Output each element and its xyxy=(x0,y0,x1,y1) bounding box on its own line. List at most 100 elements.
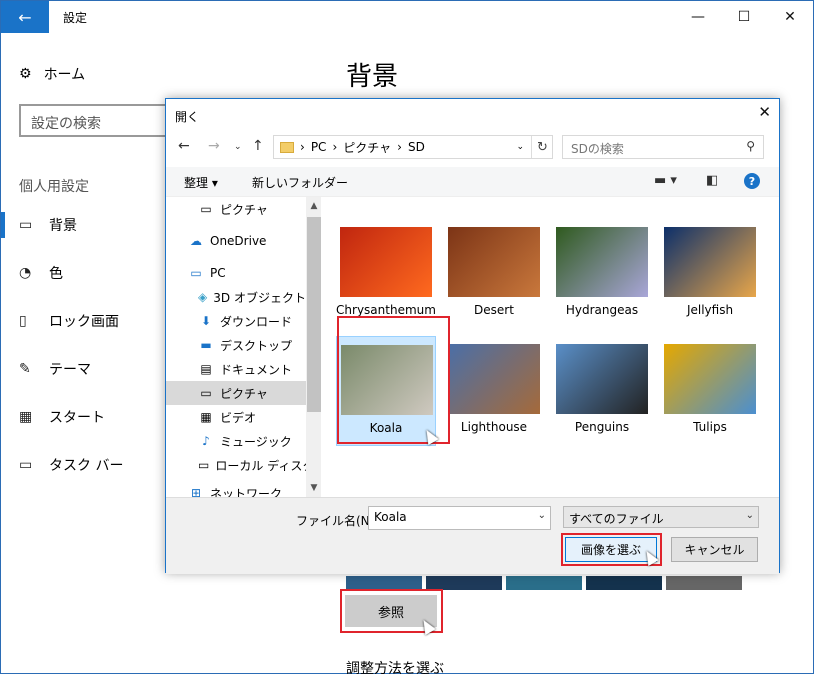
tree-item[interactable]: ⬇ ダウンロード xyxy=(166,309,306,333)
dialog-close-button[interactable]: ✕ xyxy=(758,103,771,121)
nav-item-themes[interactable]: ✎ テーマ xyxy=(1,354,166,384)
file-item[interactable]: Lighthouse xyxy=(444,336,544,446)
nav-item-lock-screen[interactable]: ▯ ロック画面 xyxy=(1,306,166,336)
search-placeholder: SDの検索 xyxy=(571,142,624,156)
up-arrow-icon[interactable]: ↑ xyxy=(252,138,264,154)
nav-item-taskbar[interactable]: ▭ タスク バー xyxy=(1,450,166,480)
pictures-icon: ▭ xyxy=(200,202,212,216)
file-item[interactable]: Hydrangeas xyxy=(552,219,652,329)
nav-item-colors[interactable]: ◔ 色 xyxy=(1,258,166,288)
dialog-title: 開く xyxy=(175,110,200,124)
back-button[interactable]: ← xyxy=(1,1,49,33)
file-name: Chrysanthemum xyxy=(336,303,436,317)
taskbar-icon: ▭ xyxy=(19,457,33,473)
3d-objects-icon: ◈ xyxy=(198,290,208,304)
address-dropdown-icon[interactable]: ⌄ xyxy=(516,142,524,152)
file-name: Desert xyxy=(474,303,514,317)
file-name: Penguins xyxy=(574,420,630,434)
music-icon: ♪ xyxy=(202,434,210,448)
tree-item[interactable]: ▭ ピクチャ xyxy=(166,381,306,405)
dialog-toolbar: 整理 ▾ 新しいフォルダー ▬ ▾ ◧ ? xyxy=(166,167,779,197)
file-item[interactable]: Desert xyxy=(444,219,544,329)
nav-label: ロック画面 xyxy=(49,314,119,330)
settings-search-input[interactable]: 設定の検索 xyxy=(19,104,169,137)
nav-label: 背景 xyxy=(49,218,77,234)
nav-label: 色 xyxy=(49,266,63,282)
file-thumbnail xyxy=(448,344,540,414)
tree-item[interactable]: ▭ ピクチャ xyxy=(166,197,306,221)
nav-label: テーマ xyxy=(49,362,91,378)
view-options-icon[interactable]: ▬ ▾ xyxy=(654,173,677,188)
back-arrow-icon: ← xyxy=(18,7,32,27)
maximize-button[interactable]: ☐ xyxy=(721,1,767,33)
chevron-down-icon: ⌄ xyxy=(745,510,754,521)
file-thumbnail xyxy=(556,344,648,414)
close-button[interactable]: ✕ xyxy=(767,1,813,33)
section-label: 個人用設定 xyxy=(19,179,89,195)
tree-item[interactable]: ▬ デスクトップ xyxy=(166,333,306,357)
home-label: ホーム xyxy=(43,67,86,83)
search-icon: ⚲ xyxy=(746,139,755,153)
tree-item[interactable]: ⊞ ネットワーク xyxy=(166,481,306,497)
file-item[interactable]: Chrysanthemum xyxy=(336,219,436,329)
recent-image-thumb[interactable] xyxy=(506,576,582,590)
recent-image-thumb[interactable] xyxy=(586,576,662,590)
documents-icon: ▤ xyxy=(200,362,212,376)
organize-button[interactable]: 整理 ▾ xyxy=(184,174,218,191)
breadcrumb-item[interactable]: SD xyxy=(408,140,425,154)
scroll-down-icon[interactable]: ▼ xyxy=(306,483,321,493)
image-icon: ▭ xyxy=(19,217,33,233)
home-link[interactable]: ⚙ ホーム xyxy=(19,64,85,84)
recent-image-thumb[interactable] xyxy=(666,576,742,590)
lock-screen-icon: ▯ xyxy=(19,313,27,329)
address-bar[interactable]: › PC › ピクチャ › SD ⌄ xyxy=(273,135,553,159)
nav-item-background[interactable]: ▭ 背景 xyxy=(1,210,166,240)
file-item[interactable]: Tulips xyxy=(660,336,760,446)
tree-item[interactable]: ◈ 3D オブジェクト xyxy=(166,285,306,309)
navigation-tree: ▭ ピクチャ ☁ OneDrive ▭ PC ◈ 3D オブジェクト ⬇ ダウンロード ▬… xyxy=(166,197,321,497)
tree-item[interactable]: ▭ PC xyxy=(166,261,306,285)
network-icon: ⊞ xyxy=(190,486,202,497)
nav-label: スタート xyxy=(49,410,105,426)
dialog-search-input[interactable]: SDの検索 ⚲ xyxy=(562,135,764,159)
cancel-button[interactable]: キャンセル xyxy=(671,537,758,562)
tree-item[interactable]: ♪ ミュージック xyxy=(166,429,306,453)
file-thumbnail xyxy=(664,227,756,297)
highlight-outline xyxy=(337,316,450,444)
new-folder-button[interactable]: 新しいフォルダー xyxy=(252,174,348,191)
recent-image-thumb[interactable] xyxy=(346,576,422,590)
scrollbar-thumb[interactable] xyxy=(307,217,321,412)
tree-item[interactable]: ▭ ローカル ディスク (C xyxy=(166,453,321,477)
theme-icon: ✎ xyxy=(19,361,31,377)
help-icon[interactable]: ? xyxy=(744,173,760,189)
filename-input[interactable]: Koala ⌄ xyxy=(368,506,551,530)
fit-label: 調整方法を選ぶ xyxy=(346,661,444,674)
refresh-button[interactable]: ↻ xyxy=(531,136,553,158)
download-icon: ⬇ xyxy=(200,314,212,328)
file-item[interactable]: Penguins xyxy=(552,336,652,446)
filetype-select[interactable]: すべてのファイル ⌄ xyxy=(563,506,759,528)
chevron-down-icon[interactable]: ⌄ xyxy=(538,510,546,521)
page-title: 背景 xyxy=(346,62,399,92)
file-name: Tulips xyxy=(693,420,727,434)
file-item[interactable]: Jellyfish xyxy=(660,219,760,329)
back-arrow-icon[interactable]: ← xyxy=(178,138,190,154)
tree-scrollbar[interactable]: ▲ ▼ xyxy=(306,197,321,497)
nav-label: タスク バー xyxy=(49,458,124,474)
forward-arrow-icon[interactable]: → xyxy=(208,138,220,154)
file-name: Jellyfish xyxy=(686,303,734,317)
preview-pane-icon[interactable]: ◧ xyxy=(706,173,718,188)
recent-dropdown-icon[interactable]: ⌄ xyxy=(234,142,242,152)
breadcrumb-item[interactable]: PC xyxy=(311,140,327,154)
tree-item[interactable]: ☁ OneDrive xyxy=(166,229,306,253)
breadcrumb-item[interactable]: ピクチャ xyxy=(343,139,391,156)
filetype-value: すべてのファイル xyxy=(569,512,664,526)
nav-item-start[interactable]: ▦ スタート xyxy=(1,402,166,432)
minimize-button[interactable]: — xyxy=(675,1,721,33)
scroll-up-icon[interactable]: ▲ xyxy=(306,201,321,211)
title-bar: ← 設定 — ☐ ✕ xyxy=(1,1,813,33)
gear-icon: ⚙ xyxy=(19,66,32,82)
recent-image-thumb[interactable] xyxy=(426,576,502,590)
tree-item[interactable]: ▤ ドキュメント xyxy=(166,357,306,381)
tree-item[interactable]: ▦ ビデオ xyxy=(166,405,306,429)
